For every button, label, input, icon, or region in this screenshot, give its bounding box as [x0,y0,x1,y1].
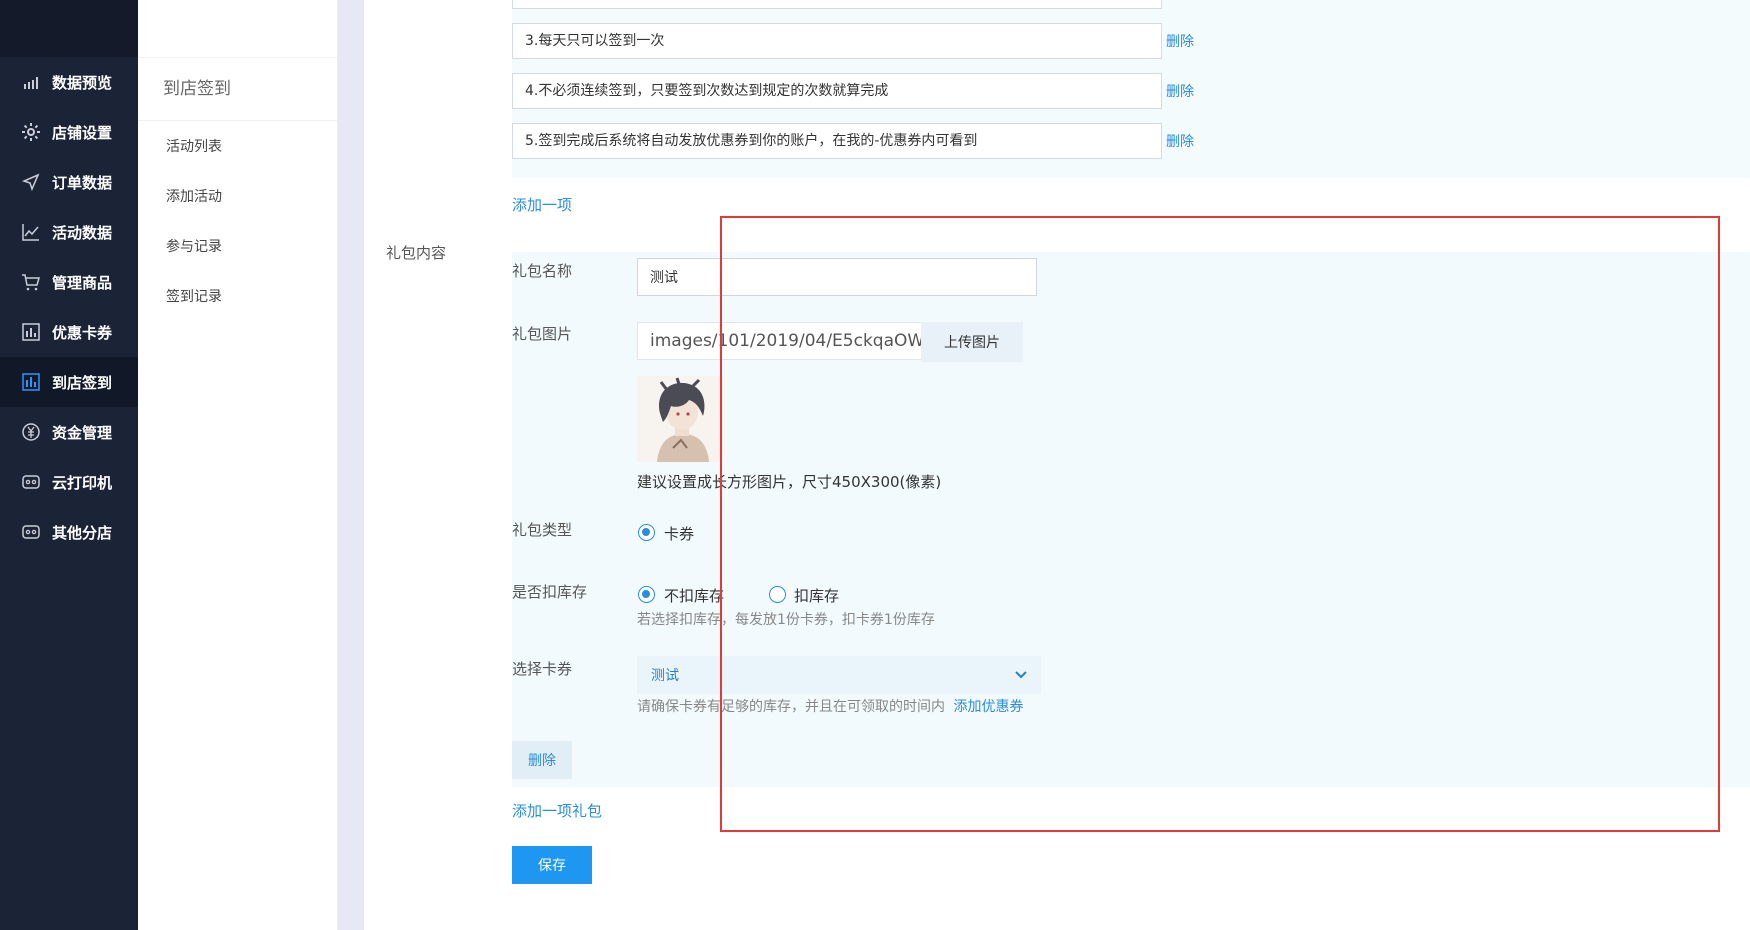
coupon-select[interactable]: 测试 [637,656,1041,694]
deduct-stock-hint: 若选择扣库存，每发放1份卡券，扣卡券1份库存 [637,612,935,628]
gift-image-preview [637,376,723,462]
rule-input-4[interactable]: 4.不必须连续签到，只要签到次数达到规定的次数就算完成 [512,73,1162,109]
select-coupon-label: 选择卡券 [512,660,573,678]
gear-icon [20,121,42,143]
sidebar-item-label: 订单数据 [52,173,113,192]
upload-image-button[interactable]: 上传图片 [921,322,1023,362]
sidebar-item-other-branches[interactable]: 其他分店 [0,507,138,557]
bar-chart-icon [20,71,42,93]
coupon-icon [20,321,42,343]
gift-name-label: 礼包名称 [512,262,573,280]
printer-icon [20,471,42,493]
sidebar-item-store-settings[interactable]: 店铺设置 [0,107,138,157]
sidebar-item-label: 到店签到 [52,373,113,392]
sidebar-item-label: 云打印机 [52,473,113,492]
send-icon [20,171,42,193]
main-sidebar: 数据预览 店铺设置 订单数据 活动数据 管理商品 优惠卡券 到店签到 资金管理 … [0,0,138,930]
deduct-stock-radio[interactable] [769,586,786,603]
chevron-down-icon [1013,667,1029,687]
no-deduct-stock-label[interactable]: 不扣库存 [664,585,724,606]
sidebar-item-coupons[interactable]: 优惠卡券 [0,307,138,357]
subnav-item-checkin-records[interactable]: 签到记录 [166,286,222,306]
coupon-hint-text: 请确保卡券有足够的库存，并且在可领取的时间内 [637,699,945,715]
deduct-stock-option-label[interactable]: 扣库存 [794,585,839,606]
sidebar-item-label: 其他分店 [52,523,113,542]
sidebar-item-activity-data[interactable]: 活动数据 [0,207,138,257]
sidebar-item-manage-goods[interactable]: 管理商品 [0,257,138,307]
subnav-item-participation-records[interactable]: 参与记录 [166,236,222,256]
content-gutter [338,0,364,930]
store-icon [20,521,42,543]
gift-image-label: 礼包图片 [512,325,573,343]
gift-image-hint: 建议设置成长方形图片，尺寸450X300(像素) [637,473,942,491]
yen-icon [20,421,42,443]
subnav-title: 到店签到 [138,57,338,121]
sidebar-item-cloud-printer[interactable]: 云打印机 [0,457,138,507]
rule-input-3[interactable]: 3.每天只可以签到一次 [512,23,1162,59]
subnav-item-activity-list[interactable]: 活动列表 [166,136,222,156]
gift-name-input[interactable]: 测试 [637,258,1037,296]
sidebar-item-label: 活动数据 [52,223,113,242]
rule-input-partial[interactable] [512,0,1162,9]
no-deduct-stock-radio[interactable] [638,586,655,603]
delete-gift-button[interactable]: 删除 [512,741,572,779]
rule-delete-link[interactable]: 删除 [1166,131,1194,151]
add-gift-link[interactable]: 添加一项礼包 [512,800,602,821]
rule-input-5[interactable]: 5.签到完成后系统将自动发放优惠券到你的账户，在我的-优惠券内可看到 [512,123,1162,159]
sidebar-item-funds[interactable]: 资金管理 [0,407,138,457]
checkin-icon [20,371,42,393]
sidebar-item-order-data[interactable]: 订单数据 [0,157,138,207]
sidebar-item-label: 数据预览 [52,73,113,92]
rule-delete-link[interactable]: 删除 [1166,31,1194,51]
save-button[interactable]: 保存 [512,846,592,884]
line-chart-icon [20,221,42,243]
sidebar-item-label: 店铺设置 [52,123,113,142]
sub-navigation: 到店签到 活动列表 添加活动 参与记录 签到记录 [138,0,338,930]
sidebar-item-store-checkin[interactable]: 到店签到 [0,357,138,407]
coupon-select-value: 测试 [651,668,679,684]
rule-delete-link[interactable]: 删除 [1166,81,1194,101]
sidebar-item-data-overview[interactable]: 数据预览 [0,57,138,107]
subnav-item-add-activity[interactable]: 添加活动 [166,186,222,206]
sidebar-item-label: 优惠卡券 [52,323,113,342]
add-coupon-link[interactable]: 添加优惠券 [953,699,1023,715]
add-rule-link[interactable]: 添加一项 [512,194,572,215]
main-content: 3.每天只可以签到一次 删除 4.不必须连续签到，只要签到次数达到规定的次数就算… [364,0,1750,930]
coupon-hint: 请确保卡券有足够的库存，并且在可领取的时间内 添加优惠券 [637,696,1023,716]
gift-type-coupon-label[interactable]: 卡券 [664,523,694,544]
gift-section-label: 礼包内容 [386,244,447,262]
cart-icon [20,271,42,293]
gift-type-coupon-radio[interactable] [638,524,655,541]
sidebar-item-label: 资金管理 [52,423,113,442]
gift-image-path-input[interactable]: images/101/2019/04/E5ckqaOW [637,322,925,360]
deduct-stock-label: 是否扣库存 [512,583,588,601]
logo-area [0,0,138,57]
gift-type-label: 礼包类型 [512,521,573,539]
sidebar-item-label: 管理商品 [52,273,113,292]
